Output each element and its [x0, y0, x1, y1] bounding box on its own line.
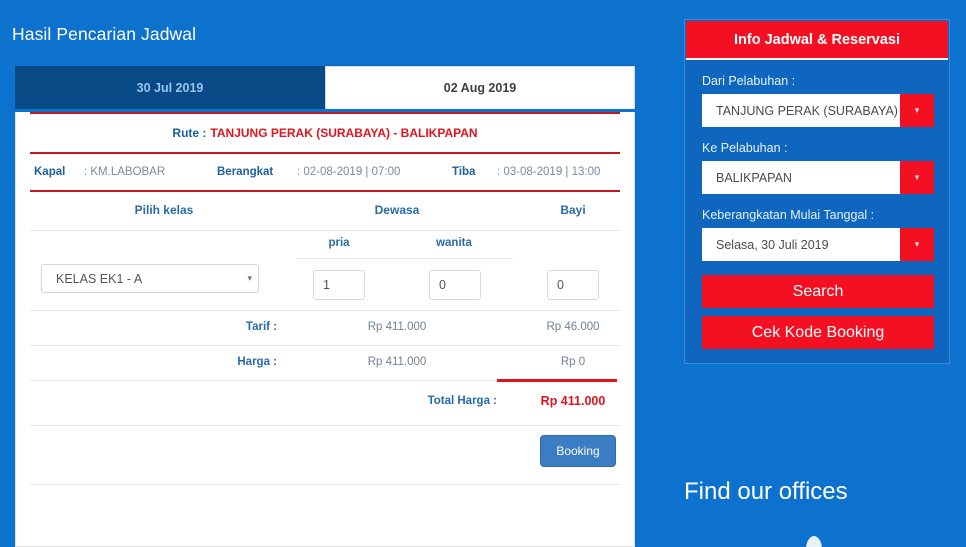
booking-button[interactable]: Booking	[540, 435, 616, 467]
column-header-kelas: Pilih kelas	[134, 203, 194, 217]
chevron-down-icon: ▾	[900, 161, 934, 194]
harga-label: Harga :	[237, 356, 277, 368]
total-row: Total Harga : Rp 411.000	[16, 381, 634, 425]
map-marker-icon	[806, 536, 822, 547]
total-label: Total Harga :	[427, 395, 497, 407]
passenger-input-row: KELAS EK1 - A ▾ 1 0 0	[16, 258, 634, 310]
sub-header-pria: pria	[328, 237, 350, 249]
route-label: Rute :	[172, 126, 207, 140]
to-port-label: Ke Pelabuhan :	[702, 141, 788, 155]
tiba-value: : 03-08-2019 | 13:00	[497, 166, 601, 178]
sub-header-row: pria wanita	[16, 231, 634, 259]
tarif-label: Tarif :	[245, 321, 277, 333]
tab-label: 30 Jul 2019	[136, 80, 204, 95]
berangkat-value: : 02-08-2019 | 07:00	[297, 166, 401, 178]
route-line: Rute : TANJUNG PERAK (SURABAYA) - BALIKP…	[16, 114, 634, 152]
chevron-down-icon: ▾	[247, 273, 252, 283]
chevron-down-icon: ▾	[900, 94, 934, 127]
column-header-dewasa: Dewasa	[374, 203, 420, 217]
tarif-dewasa-value: Rp 411.000	[367, 321, 427, 333]
divider-below-booking	[30, 484, 620, 485]
to-port-select[interactable]: BALIKPAPAN ▾	[702, 161, 934, 194]
search-button[interactable]: Search	[702, 275, 934, 308]
voyage-info-row: Kapal : KM.LABOBAR Berangkat : 02-08-201…	[16, 154, 634, 190]
departure-date-label: Keberangkatan Mulai Tanggal :	[702, 208, 875, 222]
booking-action-zone: Booking	[16, 426, 634, 484]
chevron-glyph: ▾	[914, 105, 920, 115]
sidebar-header: Info Jadwal & Reservasi	[686, 21, 948, 60]
tarif-bayi-value: Rp 46.000	[546, 321, 600, 333]
quantity-input-pria[interactable]: 1	[313, 270, 365, 300]
quantity-input-wanita[interactable]: 0	[429, 270, 481, 300]
route-value: TANJUNG PERAK (SURABAYA) - BALIKPAPAN	[210, 126, 478, 140]
class-select[interactable]: KELAS EK1 - A ▾	[41, 264, 259, 293]
class-select-value: KELAS EK1 - A	[56, 271, 143, 286]
date-tab-strip: 30 Jul 2019 02 Aug 2019	[15, 66, 635, 109]
tab-30-jul-2019[interactable]: 30 Jul 2019	[15, 66, 325, 109]
from-port-label: Dari Pelabuhan :	[702, 74, 796, 88]
tab-label: 02 Aug 2019	[443, 81, 517, 95]
page-title: Hasil Pencarian Jadwal	[12, 24, 197, 44]
sub-header-wanita: wanita	[436, 237, 472, 249]
departure-date-value: Selasa, 30 Juli 2019	[702, 228, 900, 261]
chevron-glyph: ▾	[914, 239, 920, 249]
quantity-input-bayi[interactable]: 0	[547, 270, 599, 300]
chevron-glyph: ▾	[914, 172, 920, 182]
harga-bayi-value: Rp 0	[560, 356, 586, 368]
tarif-row: Tarif : Rp 411.000 Rp 46.000	[16, 311, 634, 345]
search-results-column: Hasil Pencarian Jadwal 30 Jul 2019 02 Au…	[0, 0, 660, 547]
from-port-select[interactable]: TANJUNG PERAK (SURABAYA) ▾	[702, 94, 934, 127]
from-port-value: TANJUNG PERAK (SURABAYA)	[702, 94, 900, 127]
to-port-value: BALIKPAPAN	[702, 161, 900, 194]
departure-date-select[interactable]: Selasa, 30 Juli 2019 ▾	[702, 228, 934, 261]
find-offices-heading: Find our offices	[684, 478, 848, 505]
tab-02-aug-2019[interactable]: 02 Aug 2019	[325, 66, 635, 109]
reservation-sidebar: Info Jadwal & Reservasi Dari Pelabuhan :…	[684, 19, 950, 364]
column-header-row: Pilih kelas Dewasa Bayi	[16, 192, 634, 230]
column-header-bayi: Bayi	[560, 203, 586, 217]
cek-kode-booking-button[interactable]: Cek Kode Booking	[702, 316, 934, 349]
total-value: Rp 411.000	[540, 394, 606, 408]
tiba-label: Tiba	[452, 166, 476, 178]
harga-dewasa-value: Rp 411.000	[367, 356, 427, 368]
kapal-label: Kapal	[34, 166, 66, 178]
kapal-value: : KM.LABOBAR	[84, 166, 166, 178]
berangkat-label: Berangkat	[217, 166, 274, 178]
harga-row: Harga : Rp 411.000 Rp 0	[16, 346, 634, 380]
chevron-down-icon: ▾	[900, 228, 934, 261]
schedule-result-card: Rute : TANJUNG PERAK (SURABAYA) - BALIKP…	[15, 112, 635, 547]
